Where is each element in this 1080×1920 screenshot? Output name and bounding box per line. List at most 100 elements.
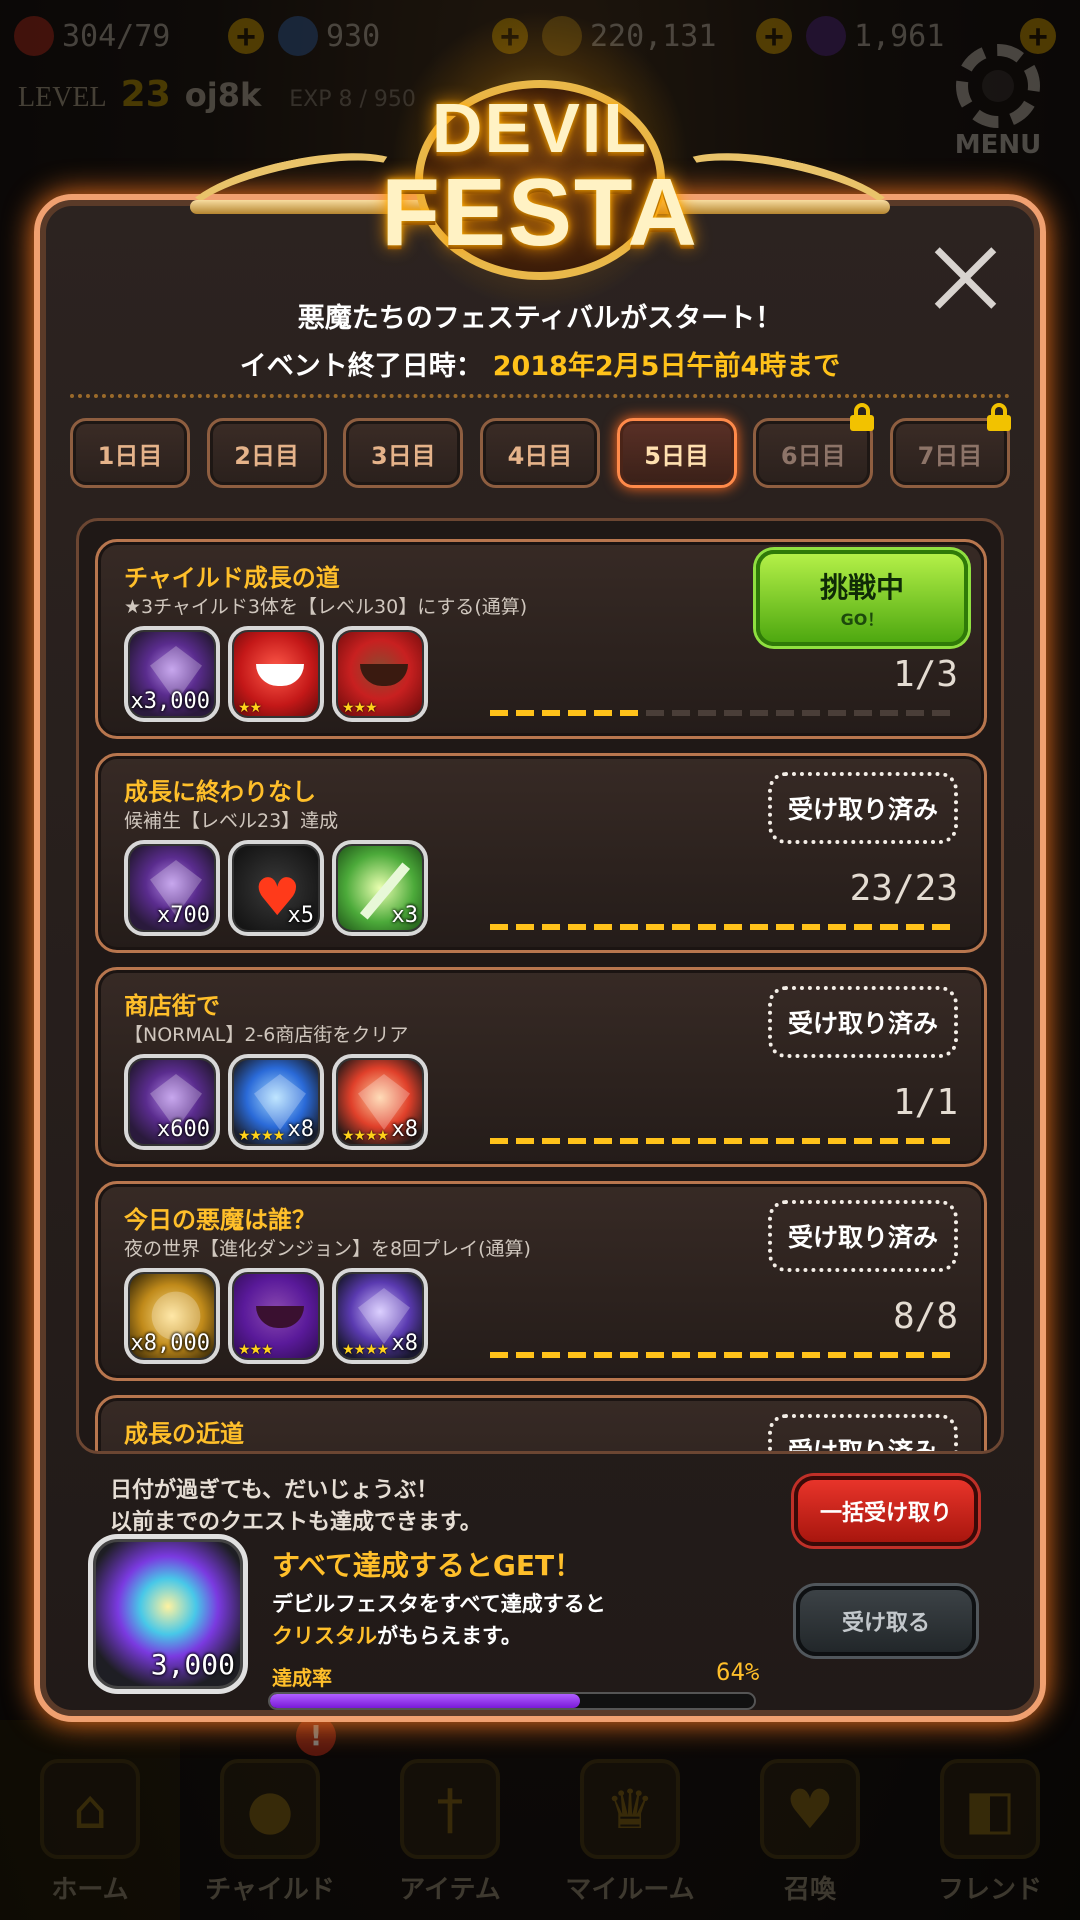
quest-title: 今日の悪魔は誰？ [124,1206,316,1234]
quest-title: チャイルド成長の道 [124,564,340,592]
tab-day-5[interactable]: 5日目 [616,418,737,488]
complete-reward-desc-rest: がもらえます。 [377,1624,522,1648]
quest-description: ★3チャイルド3体を【レベル30】にする(通算) [124,596,528,618]
reward-stars: ★★★★ [342,1342,389,1358]
tab-label: 4日目 [507,441,573,470]
devil-festa-logo: DEVIL FESTA [160,10,920,310]
tab-day-7[interactable]: 7日目 [889,403,1011,488]
complete-reward-title: すべて達成するとGET！ [272,1549,583,1582]
completion-rate-percent: 64% [716,1658,760,1686]
reward-qty: x8 [287,1117,315,1142]
purple-hood-child-icon [256,1306,304,1328]
received-badge: 受け取り済み [768,1414,958,1451]
tab-day-6[interactable]: 6日目 [753,403,875,488]
tab-day-2[interactable]: 2日目 [206,418,327,488]
reward-red-knight-child[interactable]: ★★★ [332,626,428,722]
lock-icon [986,403,1011,431]
tab-label: 5日目 [644,441,709,470]
quest-description: 【NORMAL】2-6商店街をクリア [124,1024,409,1046]
progress-fill [490,710,646,716]
reward-ticket[interactable]: x3 [332,840,428,936]
quest-progress-text: 8/8 [892,1296,958,1337]
quest-item: 今日の悪魔は誰？ 夜の世界【進化ダンジョン】を8回プレイ(通算) x8,000 … [95,1181,987,1381]
reward-qty: x600 [157,1117,210,1142]
grand-reward-crystal[interactable]: 3,000 [88,1534,248,1694]
tab-label: 3日目 [370,441,436,470]
reward-qty: x3,000 [130,689,210,714]
challenge-sub: GO！ [840,610,884,629]
quest-rewards: x700 ♥ x5 x3 [124,840,428,936]
reward-red-child[interactable]: ★★ [228,626,324,722]
quest-item: チャイルド成長の道 ★3チャイルド3体を【レベル30】にする(通算) x3,00… [95,539,987,739]
progress-fill [490,1138,958,1144]
divider [70,394,1010,398]
quest-item: 成長の近道 受け取り済み [95,1395,987,1451]
quest-rewards: x600 x8 ★★★★ x8 ★★★★ [124,1054,428,1150]
quest-description: 候補生【レベル23】達成 [124,810,339,832]
reward-purple-crystal[interactable]: x3,000 [124,626,220,722]
tab-label: 1日目 [97,441,163,470]
received-badge: 受け取り済み [768,772,958,844]
reward-purple-crystal[interactable]: x700 [124,840,220,936]
receive-button[interactable]: 受け取る [796,1586,976,1656]
completion-rate-bar [268,1692,756,1710]
reward-qty: x8,000 [130,1331,210,1356]
logo-line1: DEVIL [431,89,649,167]
grand-reward-qty: 3,000 [150,1648,235,1681]
quest-rewards: x3,000 ★★ ★★★ [124,626,428,722]
reward-purple-crystal[interactable]: x600 [124,1054,220,1150]
reward-stars: ★★★★ [238,1128,285,1144]
event-end-date: イベント終了日時： 2018年2月5日午前4時まで [40,344,1040,383]
reward-blue-gem[interactable]: x8 ★★★★ [228,1054,324,1150]
day-tabs: 1日目 2日目 3日目 4日目 5日目 6日目 7日目 [70,403,1011,488]
tab-label: 6日目 [780,441,846,470]
reward-stars: ★★★★ [342,1128,389,1144]
reward-stars: ★★ [238,700,262,716]
reward-coins[interactable]: x8,000 [124,1268,220,1364]
reward-qty: x5 [287,903,315,928]
info-note-line2: 以前までのクエストも達成できます。 [110,1510,482,1535]
complete-reward-desc: クリスタルがもらえます。 [272,1620,522,1650]
completion-rate-label: 達成率 [272,1666,332,1690]
quest-progress-bar [490,1352,958,1358]
reward-stars: ★★★ [342,700,378,716]
challenge-button[interactable]: 挑戦中 GO！ [756,550,968,646]
reward-qty: x8 [391,1117,419,1142]
complete-reward-desc: デビルフェスタをすべて達成すると [272,1592,606,1616]
received-badge: 受け取り済み [768,1200,958,1272]
reward-qty: x8 [391,1331,419,1356]
progress-fill [490,924,958,930]
info-note-line1: 日付が過ぎても、だいじょうぶ！ [110,1478,439,1503]
tab-day-4[interactable]: 4日目 [479,418,600,488]
reward-stars: ★★★ [238,1342,274,1358]
bulk-receive-button[interactable]: 一括受け取り [794,1476,978,1546]
tab-day-3[interactable]: 3日目 [343,418,464,488]
reward-red-gem[interactable]: x8 ★★★★ [332,1054,428,1150]
completion-rate-fill [270,1694,580,1708]
quest-item: 商店街で 【NORMAL】2-6商店街をクリア x600 x8 ★★★★ x8 ★★… [95,967,987,1167]
quest-title: 商店街で [124,992,220,1020]
reward-heart[interactable]: ♥ x5 [228,840,324,936]
quest-progress-text: 23/23 [849,868,958,909]
reward-qty: x700 [157,903,210,928]
quest-title: 成長に終わりなし [124,778,316,806]
lock-icon [850,403,875,431]
tab-day-1[interactable]: 1日目 [70,418,190,488]
received-badge: 受け取り済み [768,986,958,1058]
tab-label: 2日目 [234,441,299,470]
quest-progress-bar [490,924,958,930]
red-knight-child-icon [360,664,408,686]
logo-line2: FESTA [381,159,699,266]
quest-rewards: x8,000 ★★★ x8 ★★★★ [124,1268,428,1364]
devil-festa-dialog: 悪魔たちのフェスティバルがスタート！ イベント終了日時： 2018年2月5日午前4… [34,194,1046,1722]
quest-list[interactable]: チャイルド成長の道 ★3チャイルド3体を【レベル30】にする(通算) x3,00… [76,518,1004,1454]
reward-violet-gem[interactable]: x8 ★★★★ [332,1268,428,1364]
end-date-value: 2018年2月5日午前4時まで [492,351,841,382]
reward-qty: x3 [391,903,419,928]
reward-purple-child[interactable]: ★★★ [228,1268,324,1364]
progress-fill [490,1352,958,1358]
red-devil-child-icon [256,664,304,686]
quest-progress-bar [490,1138,958,1144]
tab-label: 7日目 [917,441,983,470]
crystal-highlight: クリスタル [272,1624,377,1648]
